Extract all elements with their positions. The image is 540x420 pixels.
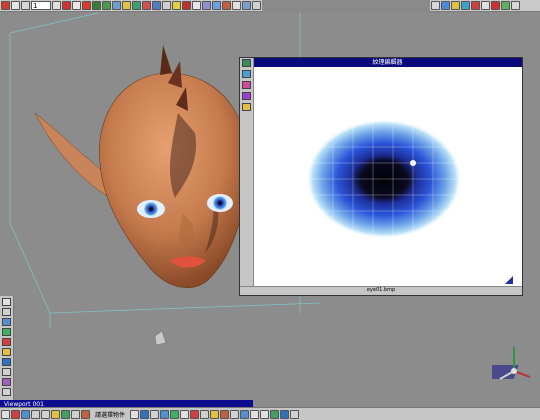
bone-icon[interactable] xyxy=(220,409,230,419)
view-persp-icon[interactable] xyxy=(160,409,170,419)
shading-icon[interactable] xyxy=(170,409,180,419)
frame-field[interactable]: 1 xyxy=(31,1,51,10)
cube-icon[interactable] xyxy=(242,70,251,78)
hand-icon[interactable] xyxy=(1,409,10,419)
text-tool-icon[interactable] xyxy=(2,388,11,396)
navigation-gizmo[interactable] xyxy=(492,345,534,385)
globe-icon[interactable] xyxy=(461,1,470,10)
grid-snap-icon[interactable] xyxy=(200,409,210,419)
rotate-icon[interactable] xyxy=(102,1,111,10)
view-side-icon[interactable] xyxy=(150,409,160,419)
pan-view-icon[interactable] xyxy=(290,409,300,419)
render-preview-icon[interactable] xyxy=(431,1,440,10)
close-icon[interactable] xyxy=(491,1,500,10)
texture-side-toolbar xyxy=(240,58,254,287)
status-text: 請選擇物件 xyxy=(95,411,126,419)
camera-icon[interactable] xyxy=(71,409,80,419)
frame-end-icon[interactable] xyxy=(52,1,61,10)
view-top-icon[interactable] xyxy=(140,409,150,419)
left-tool-palette xyxy=(0,296,14,401)
light-icon[interactable] xyxy=(172,1,181,10)
main-toolbar: 1 xyxy=(0,0,262,12)
star-icon[interactable] xyxy=(210,409,220,419)
orbit-icon[interactable] xyxy=(222,1,231,10)
sphere-icon[interactable] xyxy=(242,59,251,67)
tree-icon[interactable] xyxy=(61,409,70,419)
stop-icon[interactable] xyxy=(11,1,20,10)
fit-view-icon[interactable] xyxy=(270,409,280,419)
material-ball-icon[interactable] xyxy=(81,409,90,419)
box-icon[interactable] xyxy=(252,1,261,10)
right-toolbar xyxy=(430,0,540,12)
layer-icon[interactable] xyxy=(142,1,151,10)
extrude-tool-icon[interactable] xyxy=(2,378,11,386)
snap-icon[interactable] xyxy=(82,1,91,10)
material-icon[interactable] xyxy=(232,1,241,10)
move-tool-icon[interactable] xyxy=(2,308,11,316)
keyframe-icon[interactable] xyxy=(230,409,240,419)
paint-icon[interactable] xyxy=(242,81,251,89)
texture-status: eye01.bmp xyxy=(240,286,522,295)
select-tool-icon[interactable] xyxy=(2,298,11,306)
zoom-in-icon[interactable] xyxy=(250,409,260,419)
select-icon[interactable] xyxy=(122,1,131,10)
paint-icon[interactable] xyxy=(132,1,141,10)
view-front-icon[interactable] xyxy=(130,409,140,419)
light-bulb-icon[interactable] xyxy=(51,409,60,419)
paint-bucket-icon[interactable] xyxy=(471,1,480,10)
camera-icon[interactable] xyxy=(162,1,171,10)
folder-icon[interactable] xyxy=(451,1,460,10)
face-icon[interactable] xyxy=(180,409,190,419)
heart-icon[interactable] xyxy=(190,409,200,419)
options-icon[interactable] xyxy=(511,1,520,10)
bottom-toolbar: 請選擇物件 xyxy=(0,407,540,420)
scale-tool-icon[interactable] xyxy=(2,328,11,336)
help-icon[interactable] xyxy=(481,1,490,10)
deform-tool-icon[interactable] xyxy=(2,338,11,346)
orbit-view-icon[interactable] xyxy=(280,409,290,419)
render-icon[interactable] xyxy=(182,1,191,10)
redo-icon[interactable] xyxy=(41,409,50,419)
zoom-out-icon[interactable] xyxy=(260,409,270,419)
cylinder-tool-icon[interactable] xyxy=(2,358,11,366)
timeline-icon[interactable] xyxy=(240,409,250,419)
play-icon[interactable] xyxy=(62,1,71,10)
lathe-tool-icon[interactable] xyxy=(2,368,11,376)
loop-icon[interactable] xyxy=(72,1,81,10)
grid-icon[interactable] xyxy=(192,1,201,10)
head-model xyxy=(34,45,249,288)
save-icon[interactable] xyxy=(441,1,450,10)
folder-icon[interactable] xyxy=(242,103,251,111)
undo-icon[interactable] xyxy=(31,409,40,419)
texture-window-title[interactable]: 紋理編輯器 xyxy=(253,58,522,67)
sphere-tool-icon[interactable] xyxy=(2,348,11,356)
texture-icon[interactable] xyxy=(242,1,251,10)
frame-start-icon[interactable] xyxy=(21,1,30,10)
zoom-icon[interactable] xyxy=(202,1,211,10)
stop-sign-icon[interactable] xyxy=(11,409,20,419)
texture-editor-window[interactable]: 紋理編輯器 eye01.bmp xyxy=(239,57,523,296)
pan-icon[interactable] xyxy=(212,1,221,10)
eye-texture xyxy=(306,119,462,239)
resize-grip[interactable] xyxy=(505,276,513,284)
scale-icon[interactable] xyxy=(112,1,121,10)
lamp-object xyxy=(154,330,167,346)
wireframe-icon[interactable] xyxy=(21,409,30,419)
layout-icon[interactable] xyxy=(501,1,510,10)
record-icon[interactable] xyxy=(1,1,10,10)
move-icon[interactable] xyxy=(92,1,101,10)
brush-icon[interactable] xyxy=(242,92,251,100)
sphere-icon[interactable] xyxy=(152,1,161,10)
rotate-tool-icon[interactable] xyxy=(2,318,11,326)
